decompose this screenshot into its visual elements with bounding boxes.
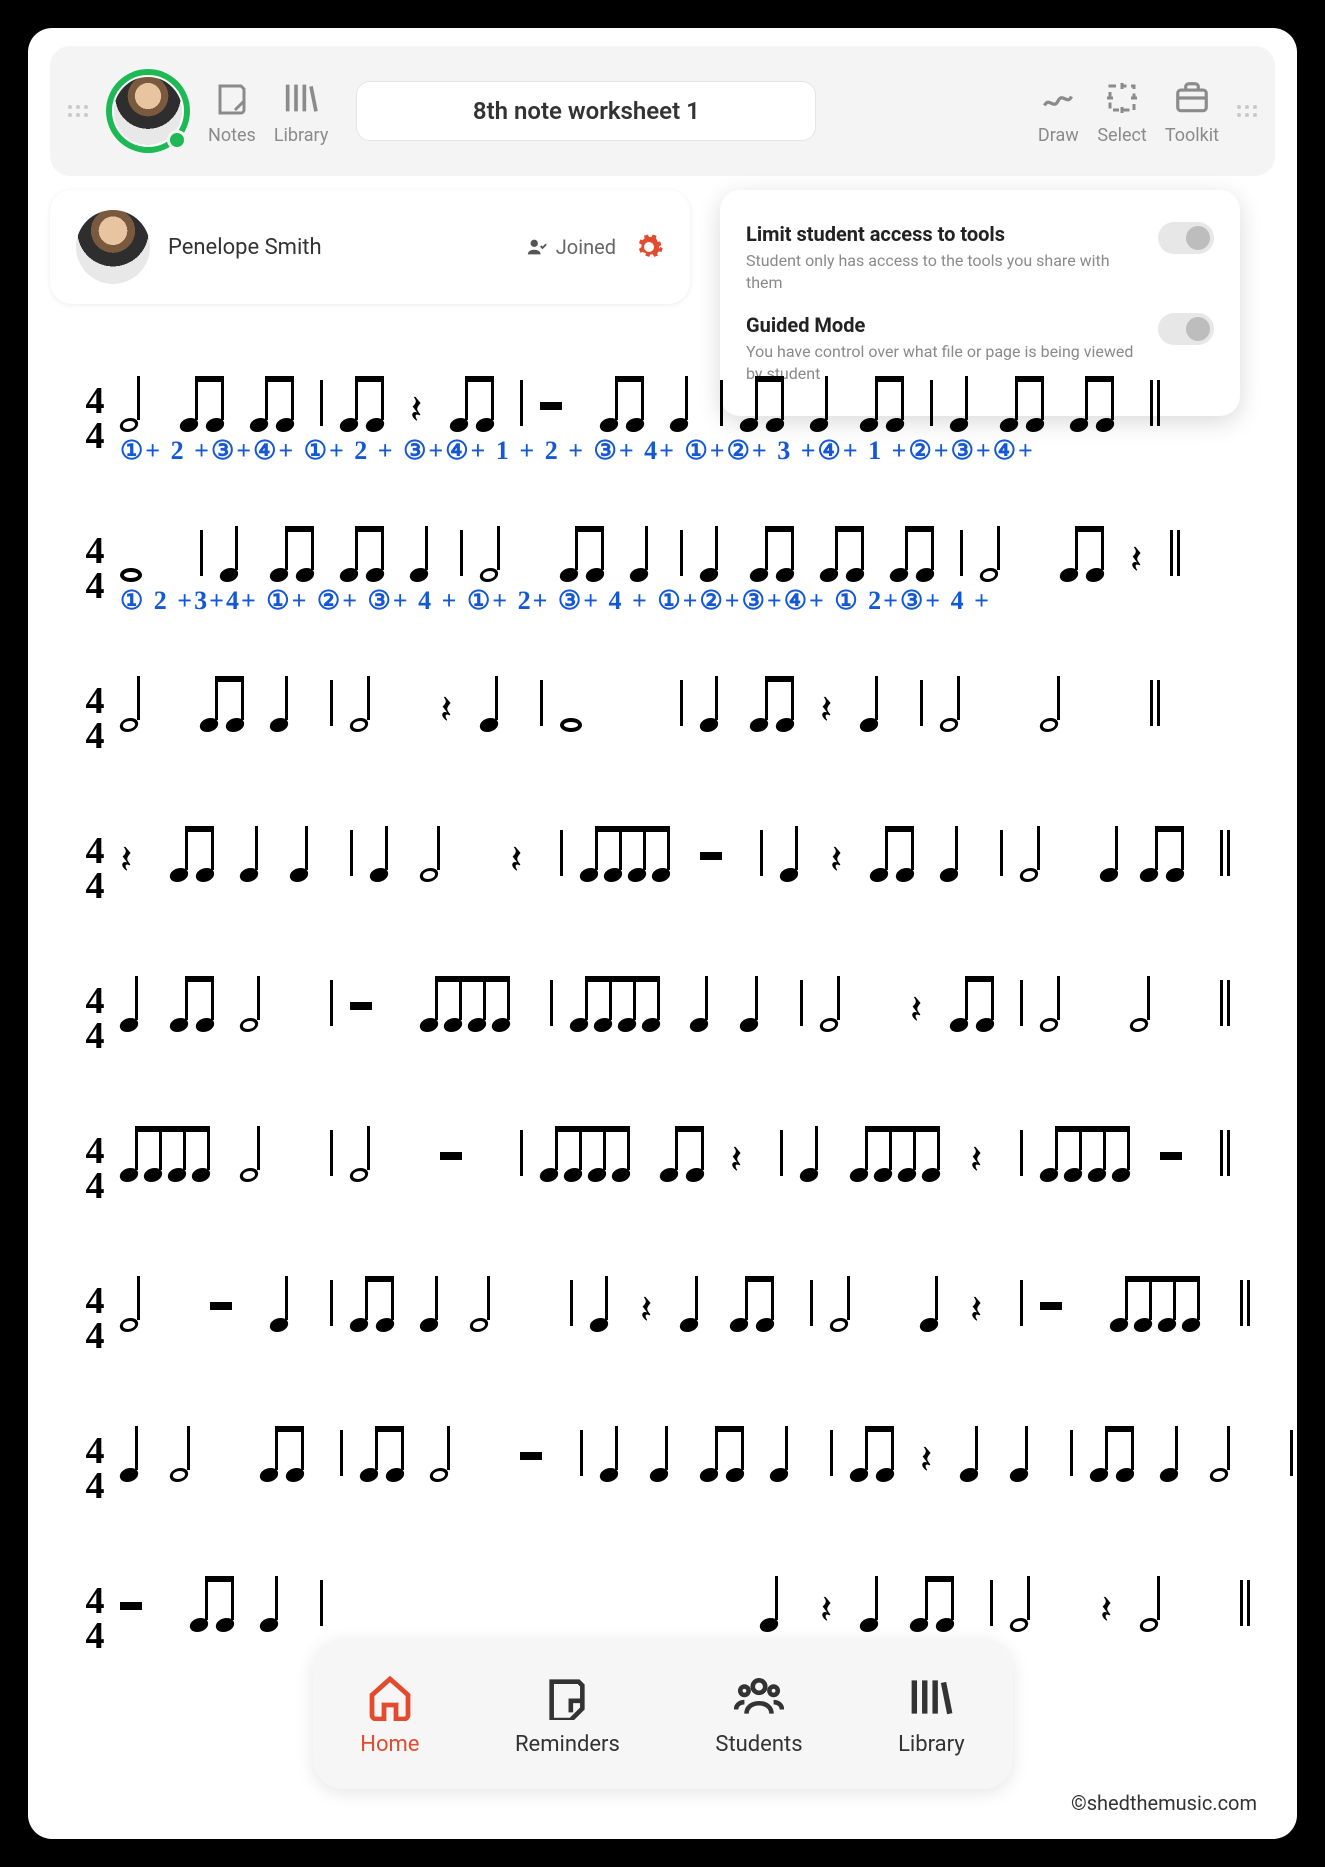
staff-line: 𝄽①+ 2 +③+④+ ①+ 2 + ③+④+ 1 + 2 + ③+ 4+ ①+…	[120, 378, 1247, 458]
student-status: Joined	[526, 235, 616, 259]
music-row: 44 𝄽𝄽	[78, 1128, 1247, 1278]
limit-access-row: Limit student access to tools Student on…	[746, 212, 1214, 303]
gear-icon	[634, 232, 664, 262]
staff-line: 𝄽	[120, 1428, 1247, 1508]
drag-handle-right-icon[interactable]	[1237, 105, 1257, 117]
music-row: 44 𝄽𝄽	[78, 1278, 1247, 1428]
time-signature: 44	[78, 384, 112, 454]
music-row: 44 𝄽𝄽	[78, 678, 1247, 828]
note-icon	[211, 77, 253, 119]
user-avatar[interactable]	[106, 69, 190, 153]
toolkit-button[interactable]: Toolkit	[1165, 77, 1219, 146]
staff-line: 𝄽𝄽𝄽	[120, 828, 1247, 908]
music-row: 44 𝄽	[78, 978, 1247, 1128]
toolkit-label: Toolkit	[1165, 125, 1219, 146]
draw-label: Draw	[1038, 125, 1079, 146]
draw-button[interactable]: Draw	[1037, 77, 1079, 146]
handwritten-counting: ①+ 2 +③+④+ ①+ 2 + ③+④+ 1 + 2 + ③+ 4+ ①+②…	[120, 436, 1035, 466]
nav-reminders[interactable]: Reminders	[515, 1672, 620, 1757]
student-card[interactable]: Penelope Smith Joined	[50, 190, 690, 304]
staff-line: 𝄽𝄽	[120, 1128, 1247, 1208]
document-title[interactable]: 8th note worksheet 1	[356, 81, 816, 141]
student-avatar	[76, 210, 150, 284]
staff-line: 𝄽① 2 +3+4+ ①+ ②+ ③+ 4 + ①+ 2+ ③+ 4 + ①+②…	[120, 528, 1247, 608]
time-signature: 44	[78, 534, 112, 604]
time-signature: 44	[78, 684, 112, 754]
note-page-icon	[544, 1672, 590, 1722]
home-icon	[366, 1672, 414, 1722]
staff-line: 𝄽𝄽	[120, 678, 1247, 758]
library-label: Library	[274, 125, 329, 146]
music-row: 44 𝄽① 2 +3+4+ ①+ ②+ ③+ 4 + ①+ 2+ ③+ 4 + …	[78, 528, 1247, 678]
notes-label: Notes	[208, 125, 256, 146]
nav-home[interactable]: Home	[360, 1672, 419, 1757]
marquee-icon	[1101, 77, 1143, 119]
presence-dot-icon	[167, 130, 187, 150]
drag-handle-icon[interactable]	[68, 105, 88, 117]
notes-button[interactable]: Notes	[208, 77, 256, 146]
limit-access-desc: Student only has access to the tools you…	[746, 250, 1142, 293]
time-signature: 44	[78, 1434, 112, 1504]
limit-access-title: Limit student access to tools	[746, 222, 1142, 246]
library-button[interactable]: Library	[274, 77, 329, 146]
time-signature: 44	[78, 834, 112, 904]
staff-line: 𝄽	[120, 978, 1247, 1058]
select-button[interactable]: Select	[1097, 77, 1146, 146]
scribble-icon	[1037, 77, 1079, 119]
settings-button[interactable]	[634, 232, 664, 262]
briefcase-icon	[1171, 77, 1213, 119]
copyright-text: ©shedthemusic.com	[1071, 1791, 1257, 1815]
person-check-icon	[526, 236, 548, 258]
select-label: Select	[1097, 125, 1146, 146]
people-icon	[734, 1672, 784, 1722]
music-row: 44 𝄽①+ 2 +③+④+ ①+ 2 + ③+④+ 1 + 2 + ③+ 4+…	[78, 378, 1247, 528]
music-row: 44 𝄽𝄽𝄽	[78, 828, 1247, 978]
time-signature: 44	[78, 1284, 112, 1354]
nav-library[interactable]: Library	[898, 1672, 965, 1757]
guided-mode-title: Guided Mode	[746, 313, 1142, 337]
music-row: 44 𝄽	[78, 1428, 1247, 1578]
student-name: Penelope Smith	[168, 235, 322, 260]
library-books-icon	[906, 1672, 956, 1722]
limit-access-toggle[interactable]	[1158, 222, 1214, 254]
worksheet-canvas[interactable]: 44 𝄽①+ 2 +③+④+ ①+ 2 + ③+④+ 1 + 2 + ③+ 4+…	[78, 378, 1247, 1739]
guided-mode-toggle[interactable]	[1158, 313, 1214, 345]
staff-line: 𝄽𝄽	[120, 1278, 1247, 1358]
top-toolbar: Notes Library 8th note worksheet 1 Draw	[50, 46, 1275, 176]
bottom-nav: Home Reminders Students Library	[313, 1639, 1013, 1789]
handwritten-counting: ① 2 +3+4+ ①+ ②+ ③+ 4 + ①+ 2+ ③+ 4 + ①+②+…	[120, 586, 991, 616]
nav-students[interactable]: Students	[715, 1672, 802, 1757]
time-signature: 44	[78, 1134, 112, 1204]
time-signature: 44	[78, 1584, 112, 1654]
time-signature: 44	[78, 984, 112, 1054]
books-icon	[280, 77, 322, 119]
